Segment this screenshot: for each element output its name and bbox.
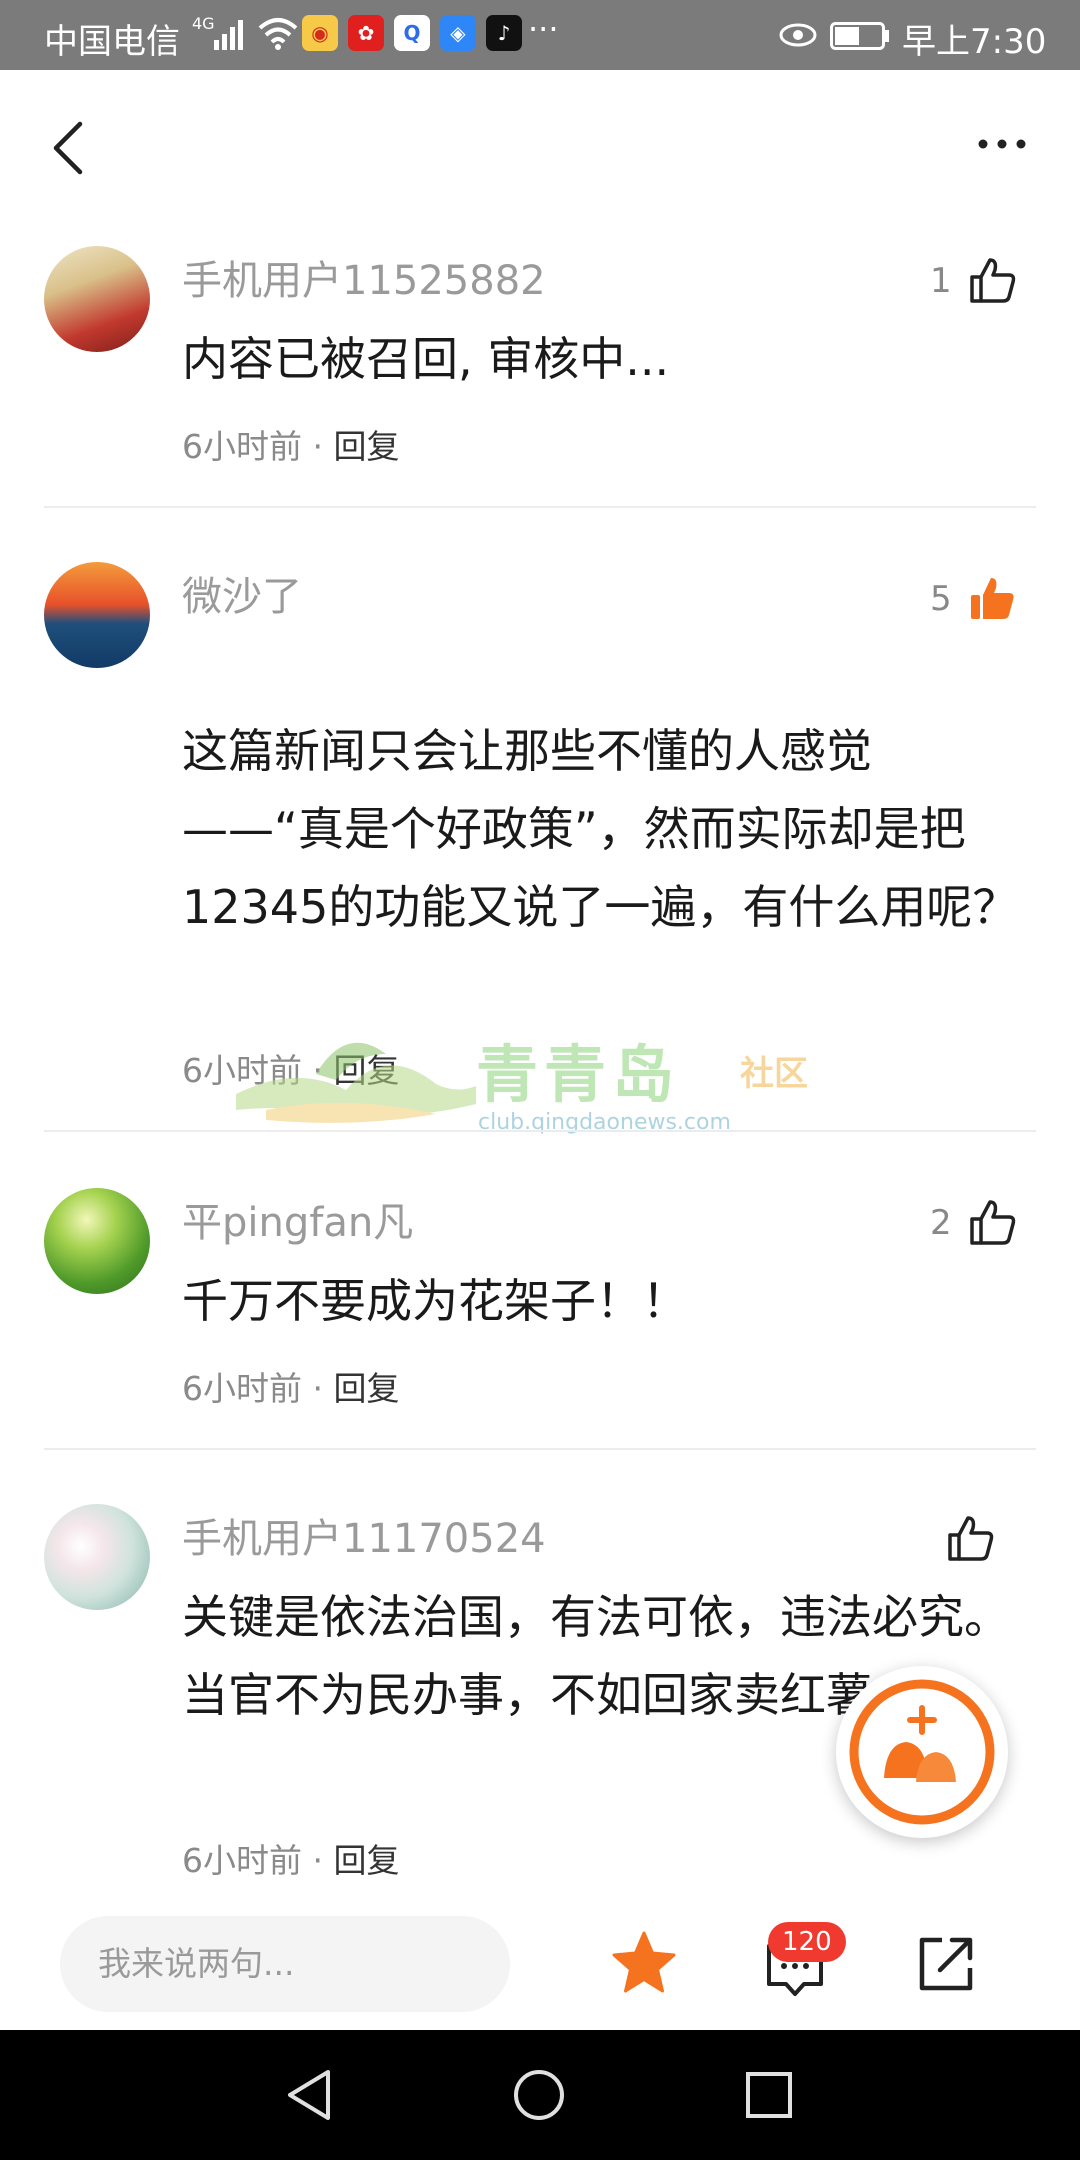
carrier-label: 中国电信 xyxy=(44,22,180,62)
tiktok-icon: ♪ xyxy=(486,15,522,51)
meta-separator: · xyxy=(302,1369,334,1408)
weibo-icon: ◉ xyxy=(302,15,338,51)
shell-plus-icon xyxy=(849,1679,995,1825)
clock: 早上7:30 xyxy=(902,22,1047,62)
divider xyxy=(44,506,1036,508)
watermark-brand: 青青岛 xyxy=(476,1038,681,1111)
nav-home-icon[interactable] xyxy=(512,2068,566,2122)
meta-separator: · xyxy=(302,1841,334,1880)
nav-recents-icon[interactable] xyxy=(744,2070,794,2120)
comment-meta: 6小时前 · 回复 xyxy=(182,1044,399,1092)
like-count: 2 xyxy=(930,1203,952,1243)
favorite-star-icon[interactable] xyxy=(610,1930,678,1994)
like-count: 5 xyxy=(930,579,952,619)
comment-text: 内容已被召回, 审核中... xyxy=(182,332,670,386)
reply-button[interactable]: 回复 xyxy=(333,1369,399,1408)
more-options-icon[interactable] xyxy=(976,136,1028,152)
notification-app-icons: ◉ ✿ Q ◈ ♪ xyxy=(302,15,522,51)
comment-username[interactable]: 微沙了 xyxy=(182,564,302,622)
floating-shell-button[interactable] xyxy=(836,1666,1008,1838)
meta-separator: · xyxy=(302,427,334,466)
share-icon[interactable] xyxy=(916,1934,976,1994)
comment-input[interactable]: 我来说两句... xyxy=(60,1916,510,2012)
cloud-app-icon: ◈ xyxy=(440,15,476,51)
comment-time: 6小时前 xyxy=(182,427,302,466)
wifi-icon xyxy=(258,18,298,50)
avatar[interactable] xyxy=(44,246,150,352)
avatar[interactable] xyxy=(44,1504,150,1610)
comment-text: 千万不要成为花架子！！ xyxy=(182,1274,688,1328)
news-app-icon: ✿ xyxy=(348,15,384,51)
signal-icon xyxy=(214,20,243,50)
comment-meta: 6小时前 · 回复 xyxy=(182,420,399,468)
divider xyxy=(44,1130,1036,1132)
thumbs-up-icon xyxy=(969,258,1015,303)
comment-text: 这篇新闻只会让那些不懂的人感觉——“真是个好政策”，然而实际却是把12345的功… xyxy=(182,724,1019,934)
like-count: 1 xyxy=(930,261,952,301)
like-button[interactable]: 5 xyxy=(930,574,1018,624)
search-app-icon: Q xyxy=(394,15,430,51)
reply-button[interactable]: 回复 xyxy=(333,1841,399,1880)
comment-username[interactable]: 手机用户11170524 xyxy=(182,1506,546,1564)
reply-button[interactable]: 回复 xyxy=(333,427,399,466)
eye-comfort-icon xyxy=(779,23,817,47)
comment-count-badge: 120 xyxy=(768,1922,846,1962)
comment-username[interactable]: 手机用户11525882 xyxy=(182,248,546,306)
comment-time: 6小时前 xyxy=(182,1369,302,1408)
thumbs-up-icon xyxy=(969,1200,1015,1245)
comment-meta: 6小时前 · 回复 xyxy=(182,1834,399,1882)
battery-icon xyxy=(830,22,889,50)
nav-back-icon[interactable] xyxy=(284,2068,334,2122)
meta-separator: · xyxy=(302,1051,334,1090)
like-button[interactable]: 1 xyxy=(930,256,1018,306)
back-icon[interactable] xyxy=(48,118,88,178)
comment-time: 6小时前 xyxy=(182,1051,302,1090)
avatar[interactable] xyxy=(44,562,150,668)
comment-username[interactable]: 平pingfan凡 xyxy=(182,1190,413,1248)
comment-meta: 6小时前 · 回复 xyxy=(182,1362,399,1410)
system-nav-bar xyxy=(0,2030,1080,2160)
more-notifications-icon: ··· xyxy=(528,10,559,48)
thumbs-up-filled-icon xyxy=(970,578,1014,619)
watermark-sub: 社区 xyxy=(740,1054,808,1094)
like-button[interactable] xyxy=(930,1514,996,1564)
avatar[interactable] xyxy=(44,1188,150,1294)
reply-button[interactable]: 回复 xyxy=(333,1051,399,1090)
divider xyxy=(44,1448,1036,1450)
thumbs-up-icon xyxy=(948,1516,994,1561)
status-bar: 中国电信 4G ◉ ✿ Q ◈ ♪ ··· 早上7:30 xyxy=(0,0,1080,70)
comment-time: 6小时前 xyxy=(182,1841,302,1880)
like-button[interactable]: 2 xyxy=(930,1198,1018,1248)
